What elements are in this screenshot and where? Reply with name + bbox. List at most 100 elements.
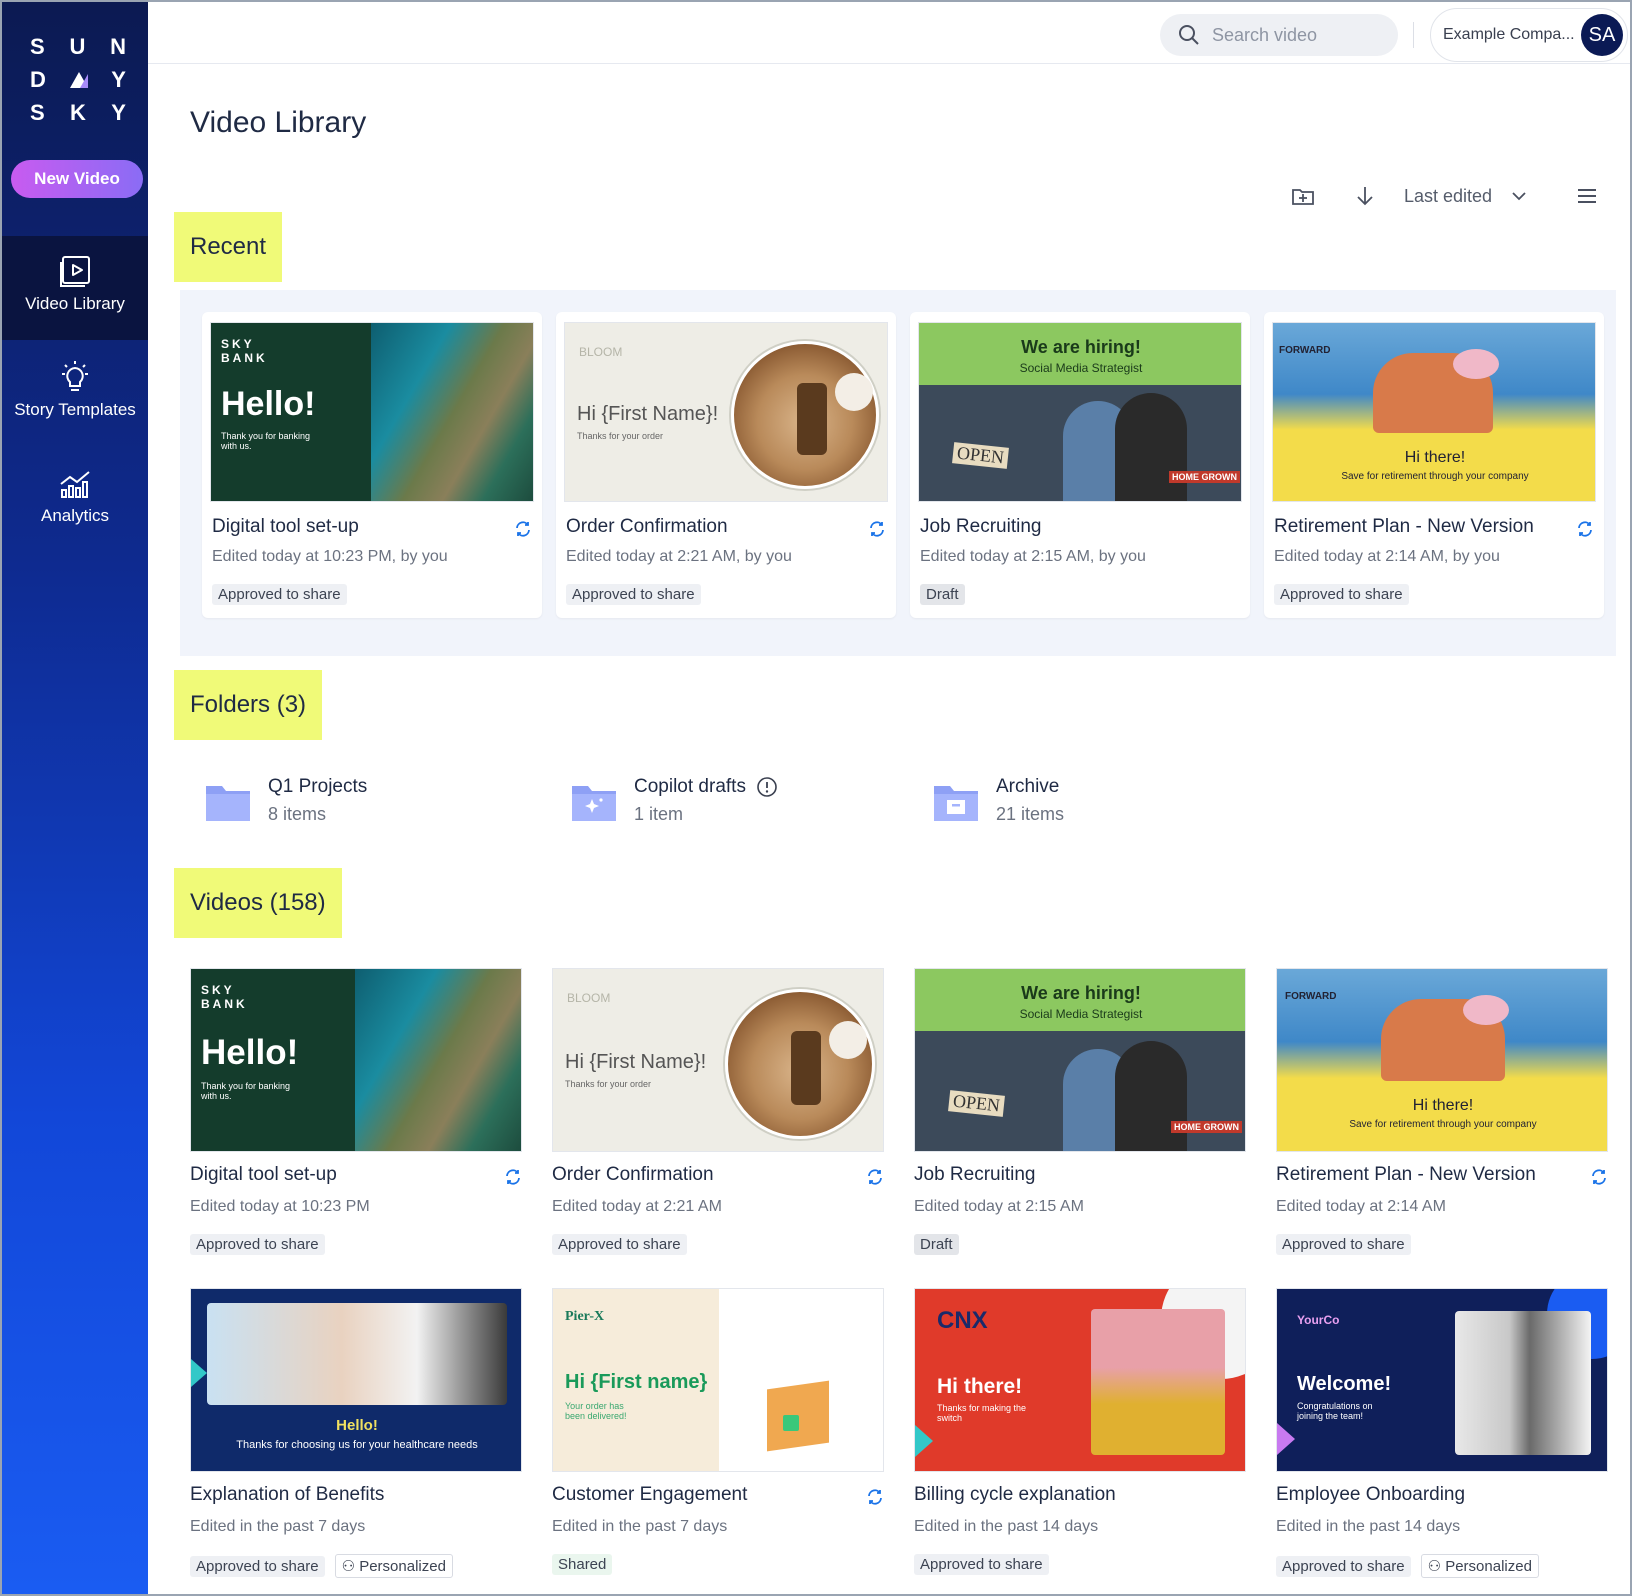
thumbnail-bloom[interactable]: BLOOM Hi {First Name}! Thanks for your o… [564,322,888,502]
thumbnail-pierx[interactable]: Pier-X Hi {First name} Your order has be… [552,1288,884,1472]
sidebar-item-label: Story Templates [14,400,136,419]
list-view-icon[interactable] [1574,183,1600,209]
edited-info: Edited in the past 14 days [1276,1518,1461,1535]
status-badge: Approved to share [566,584,701,605]
status-badge: Draft [914,1234,959,1255]
video-title[interactable]: Retirement Plan - New Version [1274,516,1534,538]
sync-icon [506,1169,520,1185]
thumb-sign: OPEN [948,1090,1005,1117]
status-badge: Approved to share [190,1234,325,1255]
folder-item[interactable]: Q1 Projects 8 items [204,776,367,836]
thumb-headline: Hello! [221,385,316,423]
edited-info: Edited today at 10:23 PM [190,1198,370,1215]
chevron-down-icon[interactable] [1506,183,1532,209]
thumb-headline: Hello! [201,1033,299,1072]
search-box[interactable] [1160,14,1398,56]
folder-item[interactable]: Copilot drafts 1 item [570,776,778,836]
folder-count: 21 items [996,804,1065,824]
video-title[interactable]: Customer Engagement [552,1484,747,1506]
sort-select[interactable]: Last edited [1404,186,1492,207]
video-title[interactable]: Job Recruiting [920,516,1041,538]
sundaysky-logo[interactable]: SUN DY SKY [30,30,126,129]
sparkle-folder-icon [572,786,616,821]
search-input[interactable] [1212,24,1382,46]
library-toolbar: Last edited [1290,178,1620,214]
edited-info: Edited today at 2:21 AM, by you [566,548,792,565]
thumb-subtext: Thank you for banking with us. [221,431,311,451]
thumb-brand: BLOOM [567,991,611,1005]
video-title[interactable]: Billing cycle explanation [914,1484,1116,1506]
folder-count: 8 items [268,804,327,824]
edited-info: Edited today at 10:23 PM, by you [212,548,448,565]
video-title[interactable]: Digital tool set-up [212,516,359,538]
recent-card[interactable]: BLOOM Hi {First Name}! Thanks for your o… [556,312,896,618]
header-divider [1413,22,1414,48]
sidebar: SUN DY SKY New Video Video Library Story… [2,2,148,1594]
thumb-store: HOME GROWN [1171,1121,1242,1133]
thumbnail-forward[interactable]: FORWARD Hi there! Save for retirement th… [1276,968,1608,1152]
folder-name: Q1 Projects [268,776,368,797]
edited-info: Edited in the past 14 days [914,1518,1099,1535]
thumb-headline: Hi {First Name}! [565,1051,707,1073]
status-badge: Approved to share [212,584,347,605]
chart-icon [60,471,90,498]
thumbnail-bloom[interactable]: BLOOM Hi {First Name}! Thanks for your o… [552,968,884,1152]
new-video-button[interactable]: New Video [11,160,143,198]
info-icon[interactable] [756,776,778,798]
sync-icon [868,1169,882,1185]
video-title[interactable]: Order Confirmation [552,1164,714,1186]
thumb-headline: We are hiring! [1021,983,1141,1003]
thumb-subtext: Social Media Strategist [1019,1007,1143,1021]
account-switcher[interactable]: Example Compa... SA [1430,8,1628,62]
video-title[interactable]: Explanation of Benefits [190,1484,384,1506]
page-title: Video Library [190,106,367,139]
sidebar-item-video-library[interactable]: Video Library [2,236,148,340]
recent-card[interactable]: FORWARD Hi there! Save for retirement th… [1264,312,1604,618]
personalized-icon: ⚇ [1427,1558,1446,1575]
thumb-subtext: Your order has been delivered! [565,1401,627,1421]
video-title[interactable]: Job Recruiting [914,1164,1035,1186]
edited-info: Edited in the past 7 days [552,1518,728,1535]
sort-direction-icon[interactable] [1352,183,1378,209]
thumb-subtext: Thanks for your order [577,431,664,441]
thumb-headline: Hi there! [937,1375,1023,1398]
edited-info: Edited in the past 7 days [190,1518,366,1535]
status-badge: Approved to share [914,1554,1049,1575]
thumbnail-hiring[interactable]: We are hiring! Social Media Strategist O… [918,322,1242,502]
sidebar-item-analytics[interactable]: Analytics [2,448,148,552]
thumb-sign: OPEN [952,442,1009,469]
recent-card[interactable]: We are hiring! Social Media Strategist O… [910,312,1250,618]
sync-icon [870,521,884,537]
thumb-headline: Hi there! [1412,1097,1474,1114]
sidebar-item-story-templates[interactable]: Story Templates [2,342,148,446]
folder-name: Archive [996,776,1060,797]
thumb-subtext: Thanks for your order [565,1079,652,1089]
folder-icon [206,786,250,821]
section-title-recent: Recent [174,212,283,282]
account-name: Example Compa... [1443,26,1575,43]
thumb-brand: SKY BANK [221,337,268,365]
thumbnail-forward[interactable]: FORWARD Hi there! Save for retirement th… [1272,322,1596,502]
play-square-icon [60,256,90,287]
status-badge: Approved to share [1276,1234,1411,1255]
thumbnail-benefits[interactable]: Hello! Thanks for choosing us for your h… [190,1288,522,1472]
thumbnail-skybank[interactable]: SKY BANK Hello! Thank you for banking wi… [190,968,522,1152]
thumbnail-yourco[interactable]: YourCo Welcome! Congratulations on joini… [1276,1288,1608,1472]
video-title[interactable]: Retirement Plan - New Version [1276,1164,1536,1186]
status-badge: Approved to share [1276,1556,1411,1577]
sidebar-item-label: Video Library [25,294,125,313]
avatar[interactable]: SA [1581,14,1623,56]
folder-item[interactable]: Archive 21 items [932,776,1064,836]
sidebar-item-label: Analytics [40,506,110,525]
thumbnail-hiring[interactable]: We are hiring! Social Media Strategist O… [914,968,1246,1152]
thumbnail-skybank[interactable]: SKY BANK Hello! Thank you for banking wi… [210,322,534,502]
thumb-brand: Pier-X [565,1309,605,1324]
video-title[interactable]: Order Confirmation [566,516,728,538]
new-folder-icon[interactable] [1290,183,1316,209]
thumbnail-cnx[interactable]: CNX Hi there! Thanks for making the swit… [914,1288,1246,1472]
video-title[interactable]: Employee Onboarding [1276,1484,1465,1506]
video-title[interactable]: Digital tool set-up [190,1164,337,1186]
status-badge: Approved to share [190,1556,325,1577]
personalized-icon: ⚇ [341,1558,360,1575]
recent-card[interactable]: SKY BANK Hello! Thank you for banking wi… [202,312,542,618]
